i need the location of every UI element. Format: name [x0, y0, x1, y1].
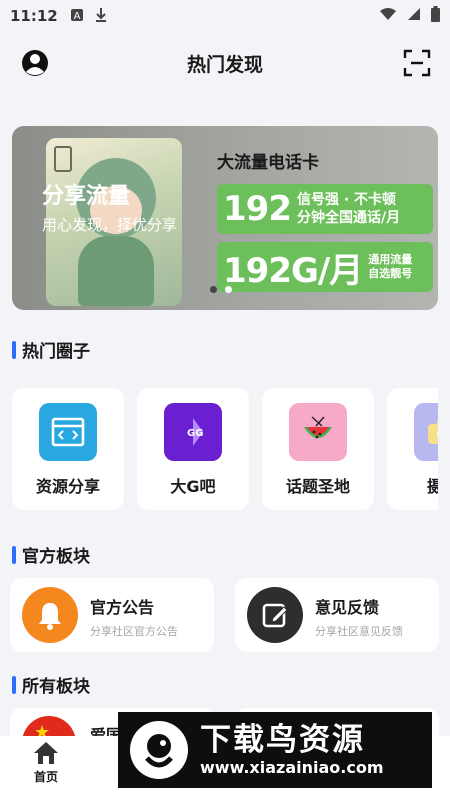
banner-dot[interactable] [210, 286, 217, 293]
official-card-feedback[interactable]: 意见反馈 分享社区意见反馈 [235, 578, 439, 652]
official-card-subtitle: 分享社区意见反馈 [315, 625, 403, 638]
official-heading: 官方板块 [12, 542, 90, 567]
signal-icon [407, 7, 421, 25]
banner-data-line-top: 通用流量 [368, 253, 413, 266]
banner-share-title: 分享流量 [42, 184, 131, 209]
nav-home-label: 首页 [33, 770, 58, 784]
page-title: 热门发现 [186, 53, 263, 76]
official-card-title: 意见反馈 [315, 598, 380, 617]
svg-text:GG: GG [187, 428, 203, 439]
bird-logo-icon [130, 721, 188, 779]
banner-data-number: 192G/月 [223, 250, 363, 291]
bell-icon [22, 587, 78, 643]
banner-dot-active[interactable] [225, 286, 232, 293]
banner-minutes-number: 192 [223, 189, 292, 229]
official-title: 官方板块 [22, 547, 90, 567]
banner-data-box: 192G/月 通用流量 自选靓号 [217, 242, 433, 292]
official-card-subtitle: 分享社区官方公告 [90, 625, 178, 638]
banner-minutes-line-top: 信号强 · 不卡顿 [296, 192, 397, 208]
svg-text:A: A [73, 11, 80, 22]
banner-share-subtitle: 用心发现，择优分享 [42, 216, 178, 234]
section-accent-bar [12, 675, 16, 694]
profile-button[interactable] [20, 48, 50, 78]
circle-label: 大G吧 [170, 477, 216, 496]
gg-logo-icon: GG [164, 403, 222, 461]
official-card-title: 官方公告 [90, 598, 155, 617]
camera-icon [414, 403, 438, 461]
section-accent-bar [12, 340, 16, 359]
wifi-icon [379, 7, 397, 25]
banner-minutes-box: 192 信号强 · 不卡顿 分钟全国通话/月 [217, 184, 433, 234]
banner-data-line-bottom: 自选靓号 [368, 267, 413, 280]
official-card-announcement[interactable]: 官方公告 分享社区官方公告 [10, 578, 214, 652]
scan-button[interactable] [402, 48, 432, 78]
circle-card-photography[interactable]: 摄影 [387, 388, 438, 510]
circle-label: 资源分享 [35, 477, 100, 496]
section-accent-bar [12, 545, 16, 564]
circle-label: 话题圣地 [285, 477, 350, 496]
circle-label: 摄影 [426, 477, 438, 496]
nav-home[interactable]: 首页 [16, 740, 76, 796]
home-icon [34, 742, 58, 764]
watermelon-icon [289, 403, 347, 461]
edit-icon [247, 587, 303, 643]
banner-pagination [210, 286, 232, 293]
status-time: 11:12 [10, 7, 58, 25]
watermark-overlay: 下载鸟资源 www.xiazainiao.com [118, 712, 432, 788]
top-bar: 热门发现 [0, 40, 450, 86]
promo-banner[interactable]: 分享流量 用心发现，择优分享 大流量电话卡 192 信号强 · 不卡顿 分钟全国… [12, 126, 438, 310]
code-window-icon [39, 403, 97, 461]
user-icon [22, 50, 48, 76]
watermark-brand: 下载鸟资源 [200, 722, 365, 758]
watermark-url: www.xiazainiao.com [200, 758, 384, 777]
hot-circles-heading: 热门圈子 [12, 337, 90, 362]
all-sections-heading: 所有板块 [12, 672, 90, 697]
keyboard-a-icon: A [70, 8, 84, 25]
banner-minutes-line-bottom: 分钟全国通话/月 [296, 210, 401, 226]
hot-circles-title: 热门圈子 [22, 342, 90, 362]
status-bar: 11:12 A [0, 0, 450, 32]
circle-card-topics[interactable]: 话题圣地 [262, 388, 374, 510]
battery-icon [431, 6, 440, 26]
all-sections-title: 所有板块 [22, 677, 90, 697]
circle-card-dag[interactable]: GG 大G吧 [137, 388, 249, 510]
hot-circles-row[interactable]: 资源分享 GG 大G吧 话题圣地 摄影 [12, 388, 438, 512]
circle-card-resources[interactable]: 资源分享 [12, 388, 124, 510]
download-icon [94, 7, 108, 26]
banner-card-title: 大流量电话卡 [217, 153, 319, 173]
scan-icon [403, 49, 431, 77]
